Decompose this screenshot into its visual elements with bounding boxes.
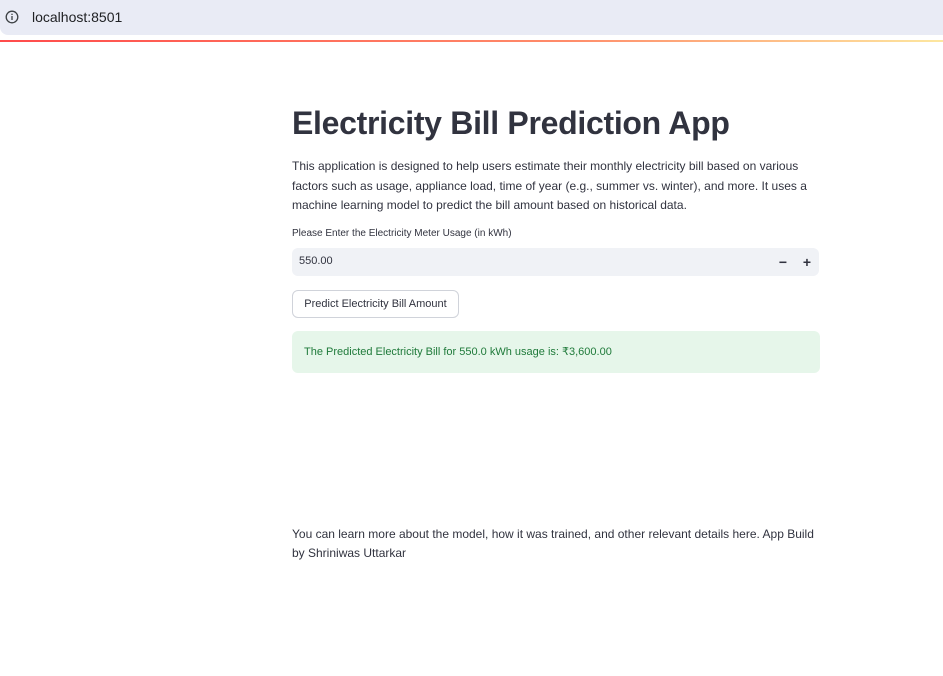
- usage-input-value[interactable]: 550.00: [299, 255, 333, 267]
- usage-input-label: Please Enter the Electricity Meter Usage…: [292, 228, 512, 239]
- footer-text: You can learn more about the model, how …: [292, 527, 814, 560]
- decrement-button[interactable]: −: [772, 252, 794, 272]
- browser-address-bar[interactable]: localhost:8501: [0, 0, 943, 35]
- increment-button[interactable]: +: [796, 252, 818, 272]
- info-circle-icon[interactable]: [5, 10, 19, 24]
- predict-bill-button[interactable]: Predict Electricity Bill Amount: [292, 290, 459, 318]
- header-decoration-bar: [0, 40, 943, 42]
- usage-number-input[interactable]: 550.00 − +: [292, 248, 819, 276]
- app-description: This application is designed to help use…: [292, 159, 807, 212]
- url-text[interactable]: localhost:8501: [32, 9, 122, 25]
- prediction-result-alert: The Predicted Electricity Bill for 550.0…: [292, 331, 820, 373]
- prediction-result-text: The Predicted Electricity Bill for 550.0…: [304, 346, 612, 358]
- page-title: Electricity Bill Prediction App: [292, 105, 730, 141]
